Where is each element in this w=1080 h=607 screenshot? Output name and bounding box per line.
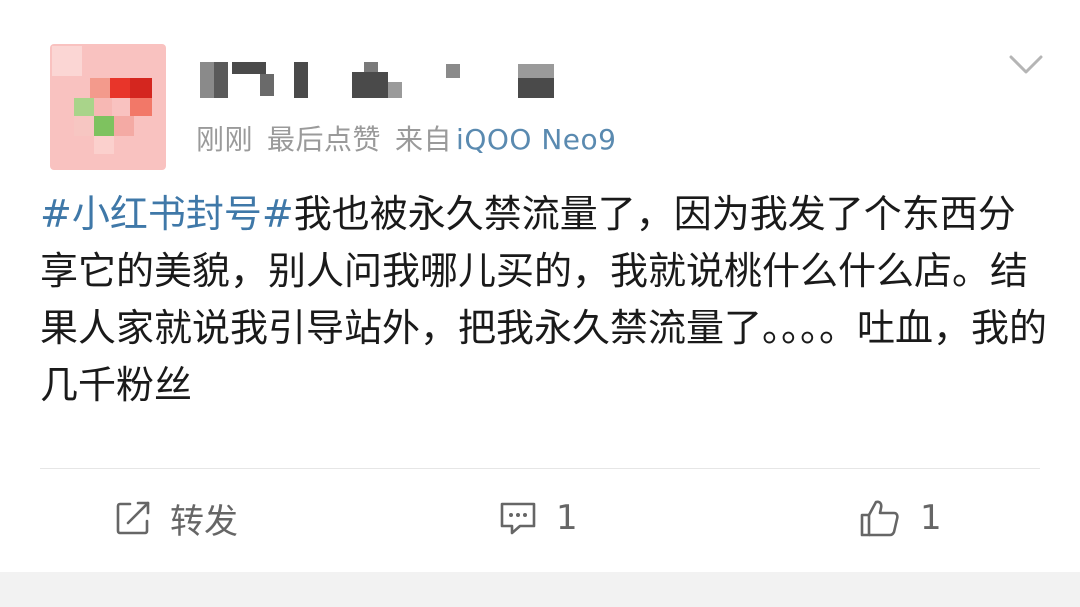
like-count: 1 [920,498,942,538]
source-prefix: 来自 [395,123,453,156]
comment-count: 1 [556,498,578,538]
avatar[interactable] [50,44,166,170]
avatar-mosaic [52,46,82,76]
like-button[interactable]: 1 [858,494,942,542]
avatar-mosaic [114,116,134,136]
repost-icon [116,501,150,535]
bottom-separator [0,572,1080,607]
avatar-mosaic [94,98,112,116]
avatar-mosaic [110,78,132,98]
post-content: #小红书封号#我也被永久禁流量了，因为我发了个东西分享它的美貌，别人问我哪儿买的… [40,186,1050,414]
comment-icon [500,502,536,535]
repost-button[interactable]: 转发 [114,494,238,542]
avatar-mosaic [74,116,94,136]
avatar-mosaic [130,78,152,98]
post-time: 刚刚 [196,123,254,156]
avatar-mosaic [94,136,114,154]
like-status: 最后点赞 [267,123,382,156]
avatar-mosaic [94,116,114,136]
avatar-mosaic [74,98,94,116]
divider [40,468,1040,469]
comment-button[interactable]: 1 [498,494,578,542]
username-censored[interactable] [200,58,600,100]
device-link[interactable]: iQOO Neo9 [456,123,616,156]
avatar-mosaic [90,78,112,98]
avatar-mosaic [130,98,152,116]
hashtag-link[interactable]: #小红书封号# [40,192,294,236]
thumbs-up-icon [860,500,899,537]
post-meta: 刚刚 最后点赞 来自 iQOO Neo9 [196,118,616,158]
chevron-down-icon[interactable] [1008,52,1044,78]
repost-label: 转发 [170,501,238,542]
